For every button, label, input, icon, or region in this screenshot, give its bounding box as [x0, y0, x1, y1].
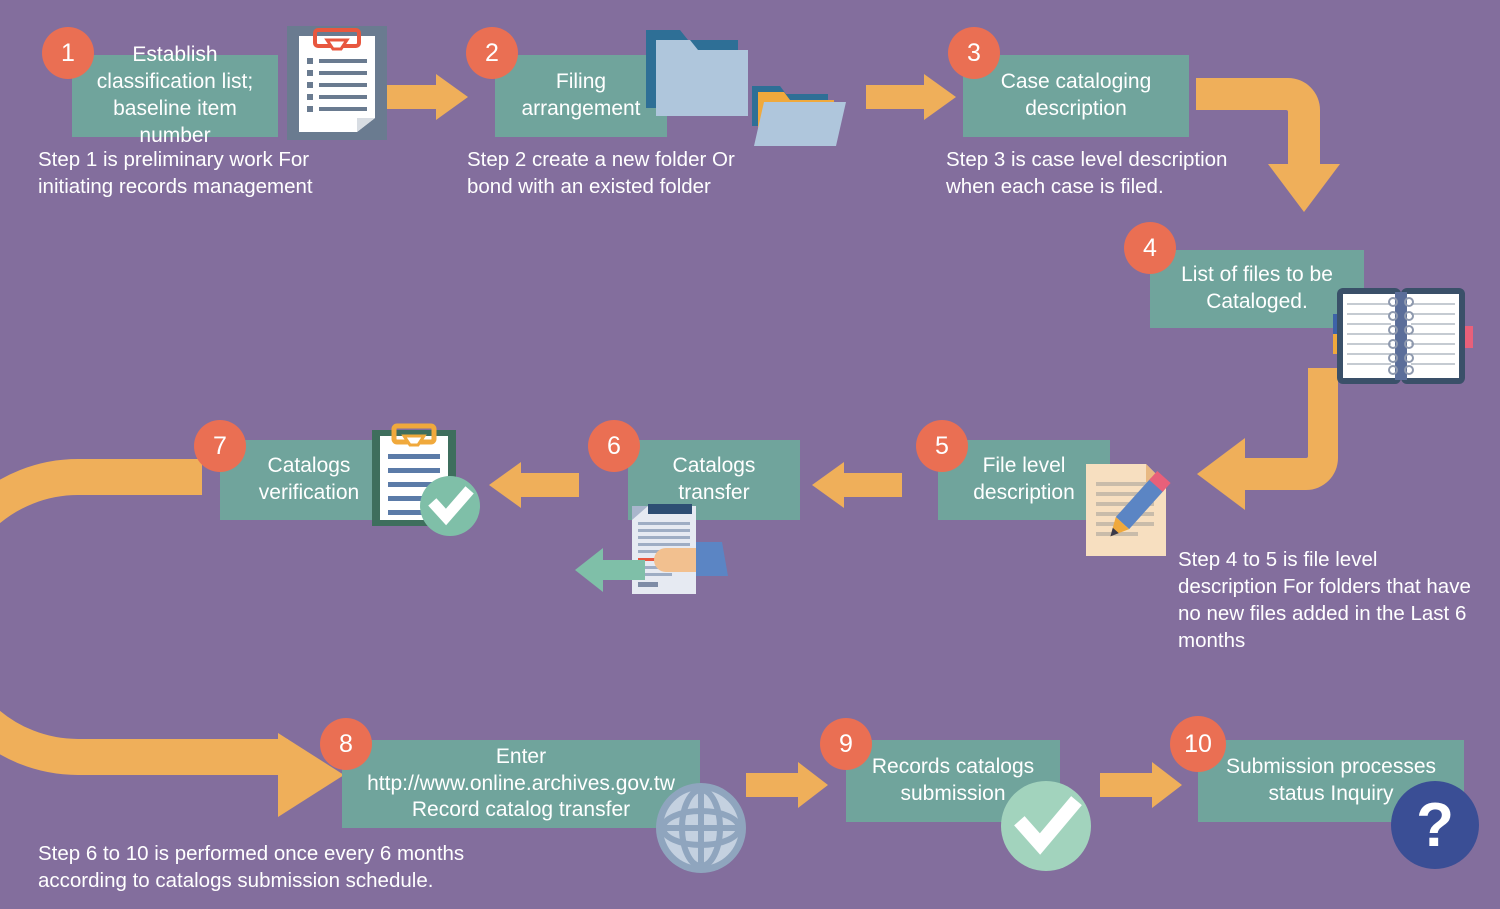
step-badge-5: 5 — [916, 420, 968, 472]
document-pencil-icon — [1080, 460, 1180, 560]
caption-step6-10: Step 6 to 10 is performed once every 6 m… — [38, 842, 465, 893]
step-node-1[interactable]: Establish classification list; baseline it… — [72, 43, 278, 147]
step-badge-3: 3 — [948, 27, 1000, 79]
step-badge-8: 8 — [320, 718, 372, 770]
arrow-step6-to-step7 — [489, 462, 579, 508]
flowchart-canvas: ? Establish classification list; baseline … — [0, 0, 1500, 909]
step-badge-2: 2 — [466, 27, 518, 79]
step-badge-1: 1 — [42, 27, 94, 79]
arrow-step5-to-step6 — [812, 462, 902, 508]
arrow-step4-to-step5 — [1195, 368, 1370, 510]
step-node-3[interactable]: Case cataloging description — [963, 55, 1189, 137]
caption-step1: Step 1 is preliminary work For initiatin… — [38, 148, 313, 199]
checklist-clipboard-icon — [287, 26, 387, 140]
blue-folder-icon — [646, 22, 748, 116]
caption-step3: Step 3 is case level description when ea… — [946, 148, 1228, 199]
open-folder-stack-icon — [750, 80, 856, 150]
step-badge-9: 9 — [820, 718, 872, 770]
step-badge-10: 10 — [1170, 716, 1226, 772]
step-node-8[interactable]: Enter http://www.online.archives.gov.tw Re… — [342, 740, 700, 828]
question-mark-icon: ? — [1390, 780, 1480, 870]
arrow-step9-to-step10 — [1100, 762, 1182, 808]
spiral-notebook-icon — [1327, 288, 1475, 384]
step-node-2[interactable]: Filing arrangement — [495, 55, 667, 137]
green-arrow-icon — [575, 548, 645, 592]
svg-text:?: ? — [1416, 791, 1454, 860]
step-badge-4: 4 — [1124, 222, 1176, 274]
step-badge-7: 7 — [194, 420, 246, 472]
caption-step4-5: Step 4 to 5 is file level description Fo… — [1178, 548, 1471, 653]
globe-icon — [655, 782, 747, 874]
caption-step2: Step 2 create a new folder Or bond with … — [467, 148, 735, 199]
check-circle-icon — [1000, 780, 1092, 872]
arrow-step8-to-step9 — [746, 762, 828, 808]
arrow-step1-to-step2 — [378, 74, 468, 120]
clipboard-check-icon — [366, 423, 484, 538]
arrow-step2-to-step3 — [866, 74, 956, 120]
step-badge-6: 6 — [588, 420, 640, 472]
